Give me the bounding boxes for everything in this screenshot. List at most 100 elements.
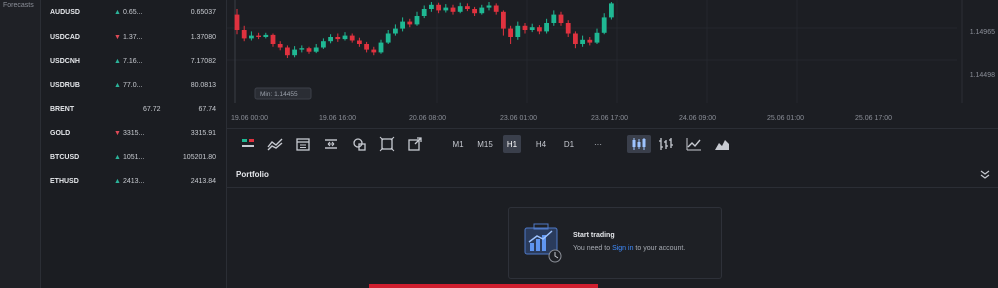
candle-body [371,49,377,53]
candle-body [515,25,521,37]
collapse-chevron-icon[interactable] [980,169,990,179]
line-chart-icon[interactable] [685,135,703,153]
candle-body [357,40,362,44]
candle-body [580,39,585,44]
signin-link[interactable]: Sign in [612,245,633,252]
timeframe-h4-button[interactable]: H4 [532,135,550,153]
watchlist-row-ethusd[interactable]: ETHUSD ▲ 2413... 2413.84 [41,169,226,193]
candle-body [364,44,369,50]
candle-body [313,47,319,52]
timeframe-d1-button[interactable]: D1 [560,135,578,153]
time-tick-label: 25.06 01:00 [767,115,804,122]
candle-body [479,7,485,14]
candle-body [249,35,254,39]
time-tick-label: 25.06 17:00 [855,115,892,122]
time-tick-label: 19.06 00:00 [231,115,268,122]
start-trading-text: You need to Sign in to your account. [573,245,685,252]
ask-price: 3315.91 [190,129,216,137]
symbol-name: USDRUB [50,81,80,89]
watchlist-row-usdcnh[interactable]: USDCNH ▲ 7.16... 7.17082 [41,49,226,73]
candle-body [270,34,276,44]
chart-canvas[interactable]: 1.14965 1.14498 Min: 1.14455 19.06 00:00 19.… [227,0,998,125]
candle-body [407,21,413,25]
candle-body [558,14,564,23]
indicators-icon[interactable] [239,135,257,153]
calendar-icon[interactable] [294,135,312,153]
symbol-name: USDCNH [50,57,80,65]
watchlist-row-usdcad[interactable]: USDCAD ▼ 1.37... 1.37080 [41,25,226,49]
ask-price: 2413.84 [190,177,216,185]
candle-body [393,28,398,34]
arrow-down-icon: ▼ [114,129,121,137]
candle-body [544,23,549,32]
candle-body [486,5,492,8]
candle-body [342,35,348,40]
candle-body [299,48,305,50]
ask-price: 0.65037 [190,8,216,16]
candle-body [335,37,341,40]
timeframe-m1-button[interactable]: M1 [449,135,467,153]
candle-body [465,6,470,9]
candle-body [522,25,528,30]
bottom-red-banner[interactable] [369,284,598,288]
candle-body [609,3,614,18]
candle-body [400,21,405,29]
bars-chart-icon[interactable] [657,135,675,153]
area-chart-icon[interactable] [713,135,731,153]
candle-body [587,39,593,43]
candle-body [321,41,326,48]
bid-price: 77.0... [123,81,143,89]
export-icon[interactable] [406,135,424,153]
candle-body [277,44,283,48]
candle-body [385,33,391,43]
candle-body [508,28,513,37]
bid-price: 3315... [123,129,145,137]
portfolio-panel: Portfolio Start trading You need to Sign… [227,159,998,288]
left-rail: Forecasts [0,0,41,288]
watchlist: AUDUSD ▲ 0.65... 0.65037 USDCAD ▼ 1.37... 1.370… [41,0,227,288]
arrow-up-icon: ▲ [114,177,121,185]
watchlist-row-audusd[interactable]: AUDUSD ▲ 0.65... 0.65037 [41,0,226,24]
fit-width-icon[interactable] [322,135,340,153]
candle-body [436,4,441,11]
timeframe-more-button[interactable]: ··· [587,135,609,153]
ask-price: 80.0813 [190,81,216,89]
candles-icon [632,138,646,150]
watchlist-row-gold[interactable]: GOLD ▼ 3315... 3315.91 [41,121,226,145]
portfolio-title: Portfolio [236,170,269,179]
start-trading-card: Start trading You need to Sign in to you… [508,207,722,279]
price-chart[interactable]: 1.14965 1.14498 Min: 1.14455 19.06 00:00 19.… [227,0,998,125]
candle-body [450,7,456,12]
shapes-icon[interactable] [350,135,368,153]
candle-body [421,9,427,16]
timeframe-m15-button[interactable]: M15 [474,135,496,153]
watchlist-row-btcusd[interactable]: BTCUSD ▲ 1051... 105201.80 [41,145,226,169]
ask-price: 7.17082 [190,57,216,65]
symbol-name: GOLD [50,129,71,137]
watchlist-row-usdrub[interactable]: USDRUB ▲ 77.0... 80.0813 [41,73,226,97]
symbol-name: BTCUSD [50,153,80,161]
candle-body [472,9,477,14]
candle-body [263,34,269,37]
candle-body [457,6,463,12]
candle-body [285,47,290,56]
candle-body [241,30,247,39]
time-tick-label: 20.06 08:00 [409,115,446,122]
drawing-lines-icon[interactable] [266,135,284,153]
bid-price: 2413... [123,177,145,185]
candle-body [565,23,571,34]
fullscreen-icon[interactable] [378,135,396,153]
candle-body [328,37,333,42]
time-tick-label: 24.06 09:00 [679,115,716,122]
candle-body [443,7,449,11]
portfolio-header: Portfolio [227,159,998,188]
price-tick-label: 1.14498 [970,72,995,79]
forecasts-label[interactable]: Forecasts [3,2,34,9]
candles-chart-button[interactable] [627,135,651,153]
timeframe-h1-button[interactable]: H1 [503,135,521,153]
watchlist-row-brent[interactable]: BRENT 67.72 67.74 [41,97,226,121]
symbol-name: ETHUSD [50,177,79,185]
candle-body [256,35,261,37]
candle-body [594,32,600,43]
candle-body [378,42,384,53]
